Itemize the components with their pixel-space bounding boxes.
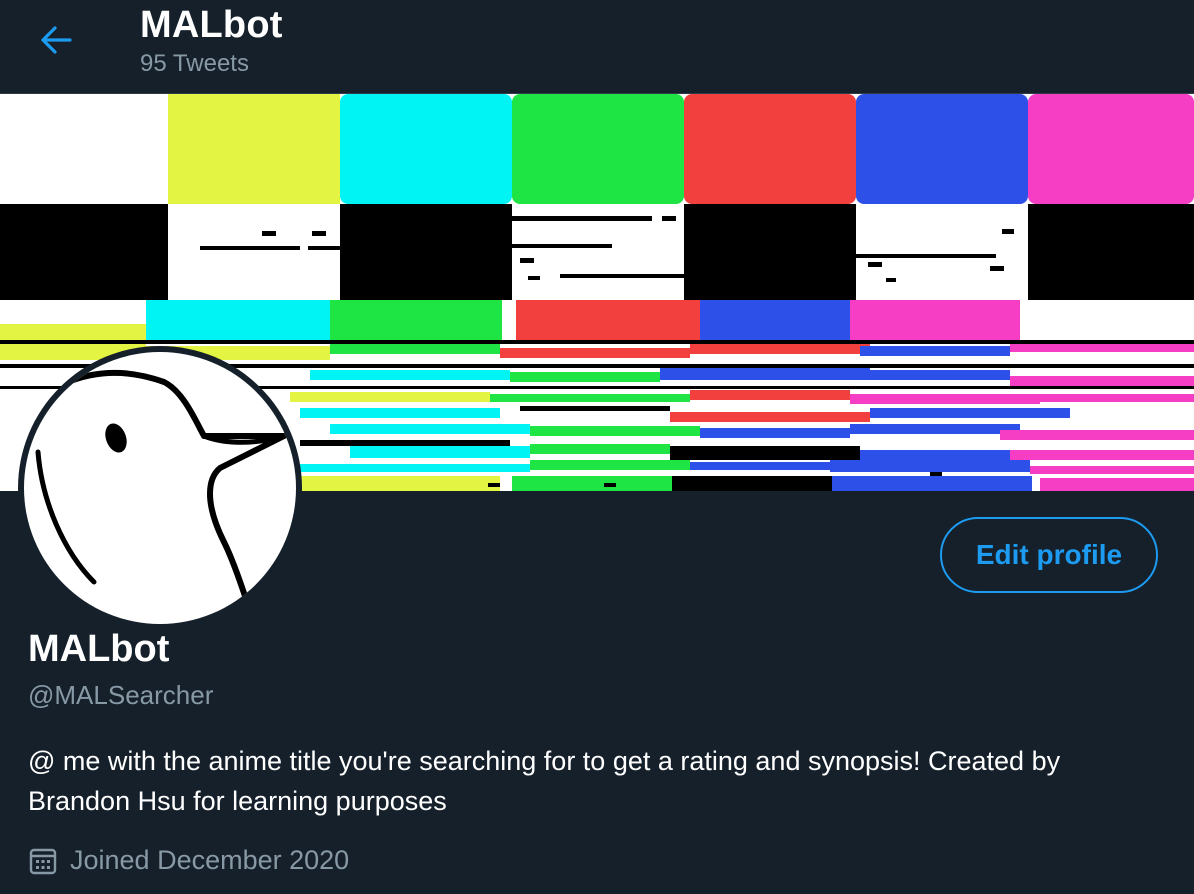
back-button[interactable]: [26, 17, 86, 63]
header-title: MALbot: [140, 4, 283, 46]
joined-date: Joined December 2020: [28, 845, 349, 876]
joined-label: Joined December 2020: [70, 845, 350, 875]
avatar[interactable]: [24, 352, 296, 624]
avatar-border: [18, 346, 302, 630]
calendar-icon: [29, 848, 57, 874]
arrow-left-icon: [41, 26, 72, 54]
profile-handle: @MALSearcher: [28, 680, 214, 710]
bird-drawing-icon: [24, 369, 287, 624]
profile-bio: @ me with the anime title you're searchi…: [28, 746, 1061, 816]
profile-header-bar: MALbot 95 Tweets: [0, 0, 1194, 94]
tweet-count: 95 Tweets: [140, 50, 249, 77]
display-name: MALbot: [28, 628, 170, 670]
edit-profile-button[interactable]: Edit profile: [940, 517, 1158, 593]
